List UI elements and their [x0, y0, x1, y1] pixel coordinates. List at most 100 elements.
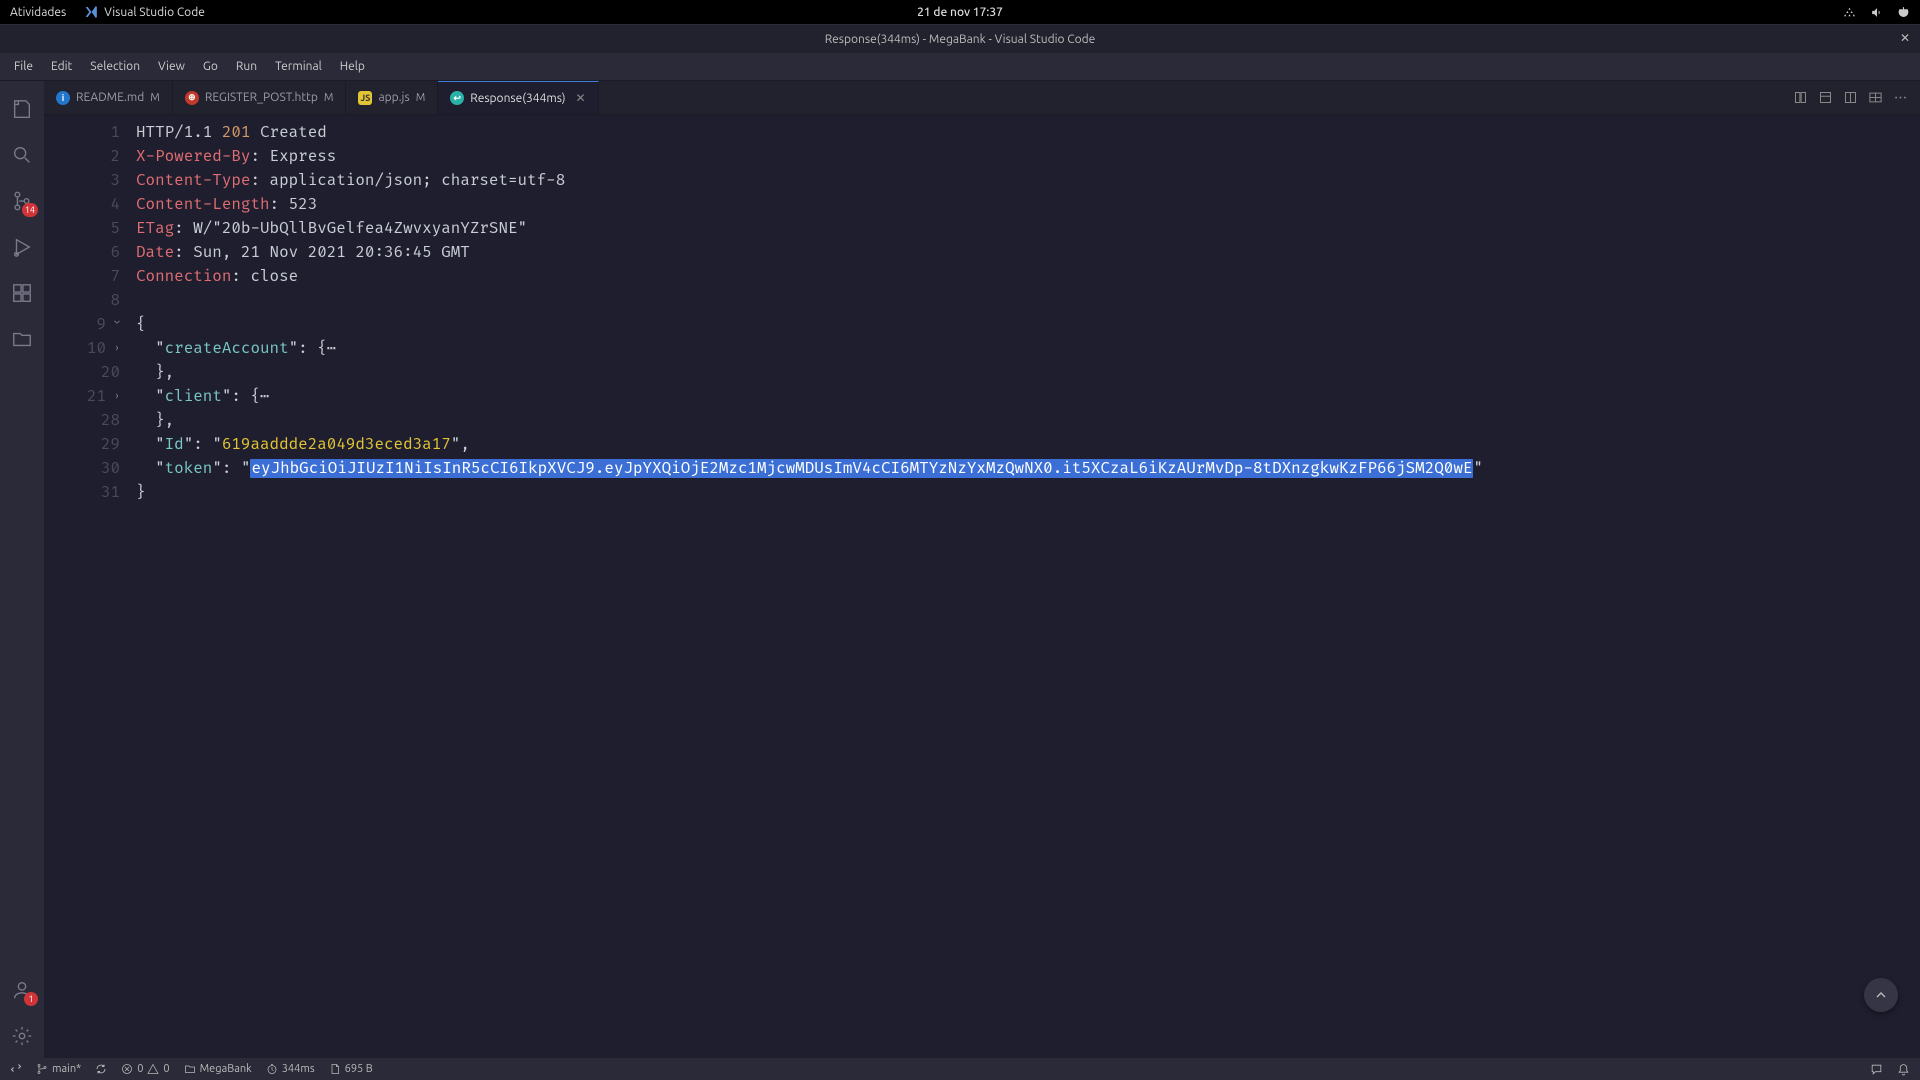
- toggle-layout-icon[interactable]: [1868, 90, 1883, 105]
- activity-run-debug[interactable]: [0, 225, 44, 269]
- code-text: ": {⋯: [289, 339, 337, 358]
- info-icon: i: [56, 91, 70, 105]
- activity-extensions[interactable]: [0, 271, 44, 315]
- line-number: 10: [84, 337, 106, 361]
- activity-accounts[interactable]: 1: [0, 968, 44, 1012]
- code-text: ETag: [136, 219, 174, 238]
- code-text: : Express: [250, 147, 336, 166]
- fold-collapsed-icon[interactable]: ›: [110, 337, 120, 361]
- code-text: },: [136, 361, 1920, 385]
- status-sync[interactable]: [95, 1063, 107, 1075]
- window-titlebar[interactable]: Response(344ms) - MegaBank - Visual Stud…: [0, 25, 1920, 53]
- code-text: },: [136, 409, 1920, 433]
- line-number: 29: [98, 433, 120, 457]
- code-text: Created: [250, 123, 326, 142]
- code-text: : W/"20b-UbQllBvGelfea4ZwvxyanYZrSNE": [174, 219, 527, 238]
- tab-app-js[interactable]: JS app.js M: [346, 81, 438, 114]
- code-text: ": [136, 387, 165, 406]
- status-problems[interactable]: 0 0: [121, 1063, 169, 1075]
- fold-collapsed-icon[interactable]: ›: [110, 385, 120, 409]
- menubar: File Edit Selection View Go Run Terminal…: [0, 53, 1920, 81]
- network-icon[interactable]: [1843, 6, 1856, 19]
- line-number: 9: [84, 313, 106, 337]
- active-app-name: Visual Studio Code: [104, 6, 205, 19]
- tab-modified-marker: M: [324, 92, 334, 104]
- active-app-indicator[interactable]: Visual Studio Code: [84, 5, 205, 19]
- code-text: : close: [231, 267, 298, 286]
- open-preview-icon[interactable]: [1818, 90, 1833, 105]
- activity-explorer[interactable]: [0, 87, 44, 131]
- code-text: ": ": [184, 435, 222, 454]
- activity-bar: 14 1: [0, 81, 44, 1058]
- line-number: 1: [98, 121, 120, 145]
- compare-changes-icon[interactable]: [1793, 90, 1808, 105]
- tab-actions: [1781, 81, 1920, 114]
- status-project-name: MegaBank: [200, 1063, 252, 1075]
- status-feedback[interactable]: [1870, 1063, 1883, 1076]
- volume-icon[interactable]: [1870, 6, 1883, 19]
- line-number: 20: [98, 361, 120, 385]
- scm-badge: 14: [22, 203, 38, 217]
- activity-search[interactable]: [0, 133, 44, 177]
- vscode-icon: [84, 5, 98, 19]
- status-project[interactable]: MegaBank: [184, 1063, 252, 1075]
- code-text: createAccount: [165, 339, 289, 358]
- code-text: Connection: [136, 267, 231, 286]
- menu-run[interactable]: Run: [228, 56, 265, 77]
- activities-button[interactable]: Atividades: [10, 6, 66, 19]
- menu-help[interactable]: Help: [332, 56, 373, 77]
- menu-terminal[interactable]: Terminal: [267, 56, 330, 77]
- activity-source-control[interactable]: 14: [0, 179, 44, 223]
- code-text: ": [1473, 459, 1483, 478]
- code-text: token: [165, 459, 213, 478]
- line-number: 4: [98, 193, 120, 217]
- window-title: Response(344ms) - MegaBank - Visual Stud…: [825, 33, 1096, 46]
- status-warnings-count: 0: [163, 1063, 169, 1075]
- status-size[interactable]: 695 B: [329, 1063, 373, 1075]
- code-text: ": [136, 435, 165, 454]
- tab-response[interactable]: ↩ Response(344ms) ✕: [438, 81, 598, 114]
- status-remote[interactable]: [10, 1063, 22, 1075]
- status-notifications[interactable]: [1897, 1063, 1910, 1076]
- line-number: 2: [98, 145, 120, 169]
- vscode-window: Response(344ms) - MegaBank - Visual Stud…: [0, 24, 1920, 1080]
- code-editor[interactable]: 1 HTTP/1.1 201 Created 2 X-Powered-By: E…: [44, 115, 1920, 1058]
- activity-projects[interactable]: [0, 317, 44, 361]
- desktop-clock[interactable]: 21 de nov 17:37: [917, 6, 1003, 19]
- code-text: client: [165, 387, 222, 406]
- tab-label: Response(344ms): [470, 92, 565, 105]
- scroll-to-top-button[interactable]: [1864, 978, 1898, 1012]
- menu-go[interactable]: Go: [195, 56, 226, 77]
- window-close-button[interactable]: ✕: [1900, 31, 1910, 45]
- http-icon: ⊕: [185, 91, 199, 105]
- code-text: Id: [165, 435, 184, 454]
- tab-register-post[interactable]: ⊕ REGISTER_POST.http M: [173, 81, 347, 114]
- more-actions-icon[interactable]: [1893, 90, 1908, 105]
- tab-close-button[interactable]: ✕: [576, 91, 586, 105]
- status-timing[interactable]: 344ms: [266, 1063, 315, 1075]
- fold-arrow-icon[interactable]: ⌄: [110, 313, 120, 337]
- menu-edit[interactable]: Edit: [43, 56, 80, 77]
- status-branch[interactable]: main*: [36, 1063, 81, 1075]
- status-branch-name: main*: [52, 1063, 81, 1075]
- line-number: 31: [98, 481, 120, 505]
- code-text: HTTP/1.1: [136, 123, 222, 142]
- desktop-topbar: Atividades Visual Studio Code 21 de nov …: [0, 0, 1920, 24]
- tab-label: README.md: [76, 91, 144, 104]
- split-editor-icon[interactable]: [1843, 90, 1858, 105]
- power-icon[interactable]: [1897, 6, 1910, 19]
- activity-settings[interactable]: [0, 1014, 44, 1058]
- menu-view[interactable]: View: [150, 56, 193, 77]
- menu-selection[interactable]: Selection: [82, 56, 148, 77]
- tab-label: REGISTER_POST.http: [205, 91, 318, 104]
- code-text: ": [136, 339, 165, 358]
- status-bar: main* 0 0 MegaBank 344ms 695 B: [0, 1058, 1920, 1080]
- code-text: : Sun, 21 Nov 2021 20:36:45 GMT: [174, 243, 470, 262]
- tab-modified-marker: M: [150, 92, 160, 104]
- menu-file[interactable]: File: [6, 56, 41, 77]
- code-text: Date: [136, 243, 174, 262]
- code-text: Content-Type: [136, 171, 250, 190]
- code-text: 201: [222, 123, 251, 142]
- tab-readme[interactable]: i README.md M: [44, 81, 173, 114]
- line-number: 28: [98, 409, 120, 433]
